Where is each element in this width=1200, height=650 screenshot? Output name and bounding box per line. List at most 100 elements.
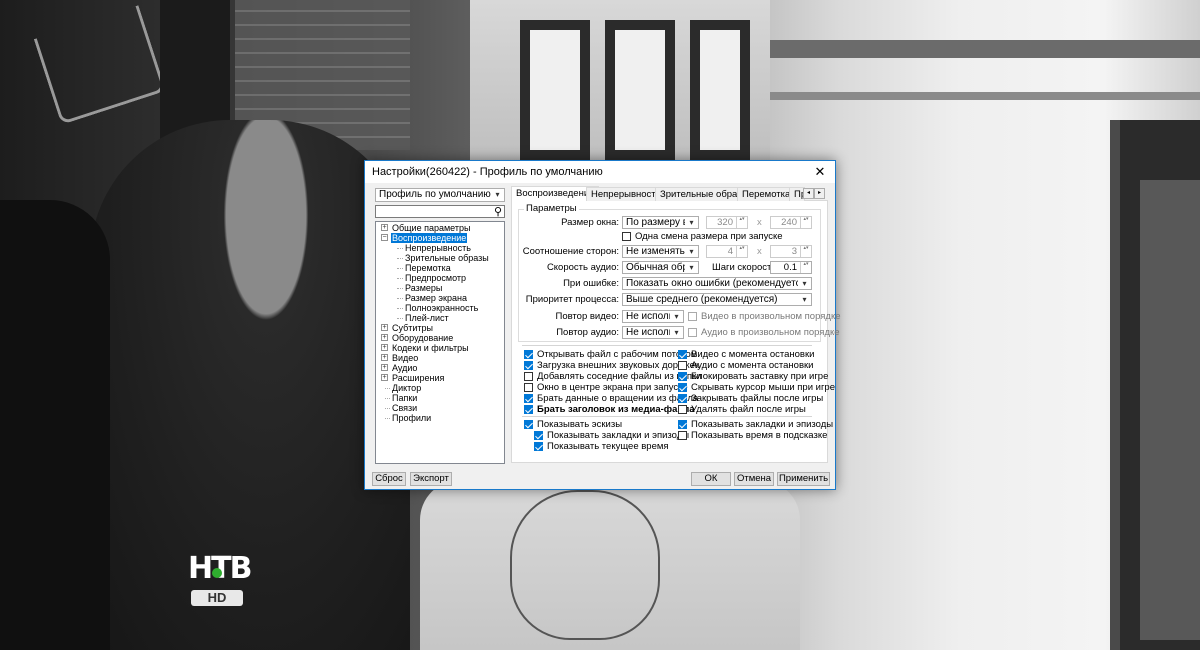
checkbox-box [524,361,533,370]
on-error-value: Показать окно ошибки (рекомендуется) [626,278,810,289]
show-bookmarks-checkbox[interactable]: Показывать закладки и эпизоды [678,419,833,430]
reset-button[interactable]: Сброс [372,472,406,486]
cancel-button[interactable]: Отмена [734,472,774,486]
export-button[interactable]: Экспорт [410,472,452,486]
bg-window-pane [520,20,590,160]
option-label: Блокировать заставку при игре [691,371,829,382]
tree-item[interactable]: Плей-лист [376,313,504,323]
ok-button[interactable]: ОК [691,472,731,486]
tree-item[interactable]: Папки [376,393,504,403]
expand-icon[interactable]: + [381,334,388,341]
option-checkbox[interactable]: Видео с момента остановки [678,349,814,360]
audio-repeat-select[interactable]: Не использо ▾ [622,326,684,339]
expand-icon[interactable]: + [381,224,388,231]
tree-item-label: Расширения [392,373,445,383]
window-width-spinner[interactable]: 320 ▴▾ [706,216,748,229]
search-icon[interactable]: ⚲ [494,205,502,218]
expand-icon[interactable]: + [381,324,388,331]
expand-icon[interactable]: + [381,374,388,381]
audio-random-checkbox[interactable]: Аудио в произвольном порядке [688,327,840,338]
tab-seek[interactable]: Перемотка [737,187,796,201]
tree-item-label: Диктор [392,383,422,393]
tree-item[interactable]: Размер экрана [376,293,504,303]
settings-tree[interactable]: + Общие параметры − Воспроизведение Непрерыв… [375,221,505,464]
option-checkbox[interactable]: Брать заголовок из медиа-файла [524,404,695,415]
bg-beam [770,40,1200,58]
profile-select[interactable]: Профиль по умолчанию ▾ [375,188,505,202]
option-checkbox[interactable]: Добавлять соседние файлы из папки [524,371,702,382]
separator [522,345,812,346]
checkbox-box [534,442,543,451]
option-checkbox[interactable]: Открывать файл с рабочим потоком [524,349,697,360]
thumbs-bookmarks-label: Показывать закладки и эпизоды [547,430,690,441]
option-checkbox[interactable]: Окно в центре экрана при запуске [524,382,688,393]
tab-continuity[interactable]: Непрерывность [586,187,666,201]
show-thumbs-checkbox[interactable]: Показывать эскизы [524,419,622,430]
thumbs-bookmarks-checkbox[interactable]: Показывать закладки и эпизоды [534,430,689,441]
priority-value: Выше среднего (рекомендуется) [626,294,778,305]
ntv-hd-logo: НТВ HD [188,550,252,608]
bg-window-pane [605,20,675,160]
audio-random-label: Аудио в произвольном порядке [701,327,840,338]
tree-item[interactable]: Непрерывность [376,243,504,253]
video-random-label: Видео в произвольном порядке [701,311,841,322]
audio-speed-select[interactable]: Обычная обрабс ▾ [622,261,699,274]
close-icon[interactable]: ✕ [805,161,835,183]
option-checkbox[interactable]: Блокировать заставку при игре [678,371,828,382]
spin-arrows-icon: ▴▾ [800,262,811,273]
tree-item[interactable]: + Оборудование [376,333,504,343]
tree-item[interactable]: + Расширения [376,373,504,383]
option-checkbox[interactable]: Загрузка внешних звуковых дорожек [524,360,699,371]
tab-scroll-left-icon[interactable]: ◂ [803,188,814,199]
video-random-checkbox[interactable]: Видео в произвольном порядке [688,311,841,322]
option-checkbox[interactable]: Аудио с момента остановки [678,360,813,371]
speed-step-spinner[interactable]: 0.1 ▴▾ [770,261,812,274]
option-checkbox[interactable]: Удалять файл после игры [678,404,806,415]
apply-button[interactable]: Применить [777,472,830,486]
window-size-select[interactable]: По размеру виде ▾ [622,216,699,229]
aspect-select[interactable]: Не изменять (ре ▾ [622,245,699,258]
checkbox-box [524,372,533,381]
tree-item[interactable]: Профили [376,413,504,423]
tree-item[interactable]: + Аудио [376,363,504,373]
tree-item[interactable]: Зрительные образы [376,253,504,263]
tree-item[interactable]: + Субтитры [376,323,504,333]
window-height-spinner[interactable]: 240 ▴▾ [770,216,812,229]
checkbox-box [622,232,631,241]
tree-item[interactable]: Полноэкранность [376,303,504,313]
tree-item[interactable]: − Воспроизведение [376,233,504,243]
option-checkbox[interactable]: Закрывать файлы после игры [678,393,823,404]
tree-item[interactable]: Размеры [376,283,504,293]
aspect-width-spinner[interactable]: 4 ▴▾ [706,245,748,258]
tree-item[interactable]: + Видео [376,353,504,363]
tab-scroll-right-icon[interactable]: ▸ [814,188,825,199]
title-bar[interactable]: Настройки(260422) - Профиль по умолчанию… [365,161,835,183]
search-input[interactable]: ⚲ [375,205,505,218]
tree-item[interactable]: Диктор [376,383,504,393]
tree-item[interactable]: Перемотка [376,263,504,273]
tree-item[interactable]: Связи [376,403,504,413]
expand-icon[interactable]: + [381,344,388,351]
window-width-value: 320 [717,217,733,228]
time-in-hint-checkbox[interactable]: Показывать время в подсказке [678,430,827,441]
on-error-select[interactable]: Показать окно ошибки (рекомендуется) ▾ [622,277,812,290]
aspect-height-spinner[interactable]: 3 ▴▾ [770,245,812,258]
separator [522,416,812,417]
expand-icon[interactable]: + [381,364,388,371]
tree-item[interactable]: + Общие параметры [376,223,504,233]
option-checkbox[interactable]: Скрывать курсор мыши при игре [678,382,835,393]
video-repeat-label: Повтор видео: [555,311,619,322]
chevron-down-icon: ▾ [670,311,683,322]
collapse-icon[interactable]: − [381,234,388,241]
tree-item[interactable]: + Кодеки и фильтры [376,343,504,353]
video-repeat-select[interactable]: Не использо ▾ [622,310,684,323]
tree-item-label: Общие параметры [392,223,471,233]
once-resize-checkbox[interactable]: Одна смена размера при запуске [622,231,783,242]
thumbs-current-time-checkbox[interactable]: Показывать текущее время [534,441,669,452]
expand-icon[interactable]: + [381,354,388,361]
option-checkbox[interactable]: Брать данные о вращении из файла [524,393,698,404]
tree-item-label: Папки [392,393,418,403]
tree-item[interactable]: Предпросмотр [376,273,504,283]
aspect-times-sign: x [757,246,762,257]
priority-select[interactable]: Выше среднего (рекомендуется) ▾ [622,293,812,306]
